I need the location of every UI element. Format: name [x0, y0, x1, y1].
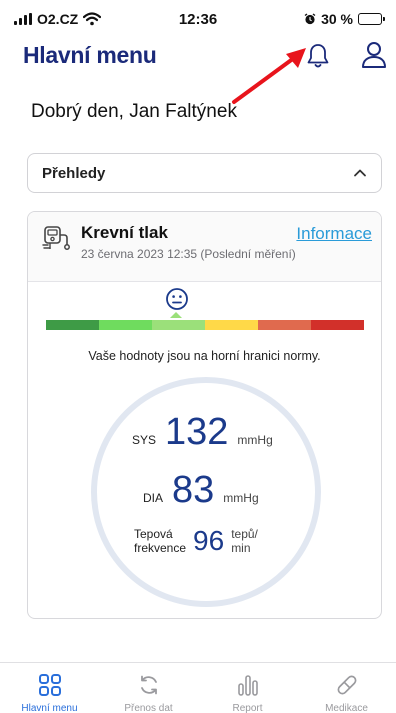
chart-icon — [237, 675, 258, 696]
tab-label: Report — [232, 703, 263, 713]
card-title: Krevní tlak — [81, 223, 168, 242]
tab-data-transfer[interactable]: Přenos dat — [99, 663, 198, 713]
dia-row: DIA 83 mmHg — [143, 471, 259, 509]
scale-segment — [258, 320, 311, 330]
scale-segment — [99, 320, 152, 330]
sys-value: 132 — [165, 411, 229, 453]
blood-pressure-card: Krevní tlak 23 června 2023 12:35 (Posled… — [27, 211, 382, 619]
status-bar: O2.CZ 12:36 30 % — [0, 0, 396, 40]
pulse-row: Tepová frekvence 96 tepů/ min — [134, 525, 258, 556]
sys-label: SYS — [132, 433, 157, 447]
scale-segment — [46, 320, 99, 330]
pulse-unit-line1: tepů/ — [231, 527, 258, 541]
card-header: Krevní tlak 23 června 2023 12:35 (Posled… — [28, 212, 381, 282]
measurement-date: 23 června 2023 12:35 (Poslední měření) — [81, 247, 296, 261]
page-title: Hlavní menu — [23, 42, 157, 68]
info-link[interactable]: Informace — [296, 224, 372, 244]
scale-segment — [311, 320, 364, 330]
tab-report[interactable]: Report — [198, 663, 297, 713]
overview-dropdown[interactable]: Přehledy — [27, 153, 382, 193]
pulse-unit: tepů/ min — [231, 527, 258, 555]
sys-row: SYS 132 mmHg — [132, 413, 273, 451]
pulse-label-line1: Tepová — [134, 527, 173, 541]
dia-label: DIA — [143, 491, 164, 505]
sync-icon — [140, 675, 157, 695]
pulse-label: Tepová frekvence — [134, 527, 186, 555]
neutral-face-icon — [166, 288, 188, 310]
alarm-icon — [304, 13, 316, 25]
dia-value: 83 — [172, 469, 215, 511]
pill-icon — [337, 675, 356, 695]
status-battery-group: 30 % — [304, 11, 385, 27]
tab-label: Přenos dat — [124, 703, 173, 713]
dia-unit: mmHg — [223, 491, 259, 505]
sys-unit: mmHg — [237, 433, 273, 447]
battery-icon — [358, 13, 385, 25]
tab-main-menu[interactable]: Hlavní menu — [0, 663, 99, 713]
blood-pressure-monitor-icon — [42, 226, 70, 250]
header: Hlavní menu — [0, 38, 396, 74]
pulse-value: 96 — [193, 525, 225, 556]
pulse-label-line2: frekvence — [134, 541, 187, 555]
bell-icon[interactable] — [305, 42, 331, 70]
scale-segment — [205, 320, 258, 330]
scale-segment — [152, 320, 205, 330]
greeting-text: Dobrý den, Jan Faltýnek — [31, 101, 237, 122]
dropdown-label: Přehledy — [42, 165, 106, 182]
tab-label: Hlavní menu — [21, 703, 78, 713]
status-message: Vaše hodnoty jsou na horní hranici normy… — [88, 349, 321, 363]
level-pointer — [170, 312, 182, 318]
user-icon[interactable] — [360, 40, 388, 70]
tab-label: Medikace — [325, 703, 368, 713]
tab-medication[interactable]: Medikace — [297, 663, 396, 713]
pulse-unit-line2: min — [231, 541, 251, 555]
chevron-up-icon — [354, 169, 366, 177]
battery-percent: 30 % — [321, 11, 353, 27]
grid-icon — [38, 674, 61, 696]
level-scale — [46, 320, 364, 330]
tab-bar: Hlavní menu Přenos dat Report Medikace — [0, 662, 396, 713]
